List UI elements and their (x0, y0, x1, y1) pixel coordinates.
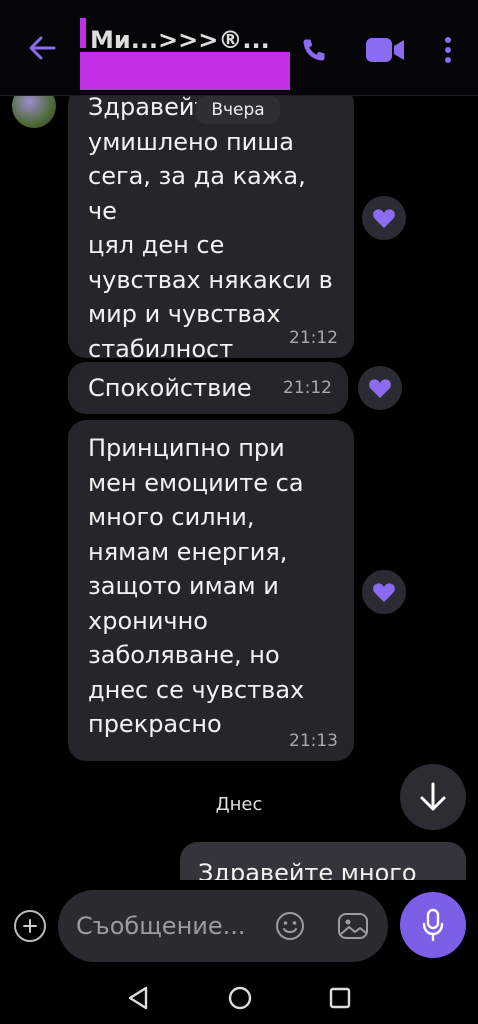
microphone-icon (422, 908, 444, 942)
heart-icon[interactable] (358, 366, 402, 410)
microphone-button[interactable] (400, 892, 466, 958)
message-input[interactable]: Съобщение... (58, 890, 388, 962)
message-time: 21:12 (289, 328, 338, 348)
date-chip-yesterday: Вчера (196, 96, 280, 124)
contact-name[interactable]: Ми...>>>®... (90, 26, 270, 54)
scroll-down-button[interactable] (400, 764, 466, 830)
plus-icon[interactable] (14, 910, 46, 942)
message-input-placeholder: Съобщение... (76, 912, 246, 940)
redaction-mark (80, 52, 290, 90)
nav-recents-icon[interactable] (326, 984, 354, 1012)
incoming-message[interactable]: Принципно при мен емоциите са много силн… (68, 420, 354, 761)
video-call-icon[interactable] (362, 30, 408, 70)
heart-icon[interactable] (362, 196, 406, 240)
gallery-icon[interactable] (336, 910, 370, 942)
outgoing-message[interactable]: Здравейте много (180, 842, 466, 880)
heart-icon[interactable] (362, 570, 406, 614)
nav-home-icon[interactable] (226, 984, 254, 1012)
contact-avatar[interactable] (12, 96, 56, 128)
incoming-message[interactable]: Здравейте, умишлено пиша сега, за да каж… (68, 96, 354, 363)
chat-header: Ми...>>>®... (0, 0, 478, 96)
message-text: Принципно при мен емоциите са много силн… (88, 434, 305, 738)
redaction-mark (80, 18, 86, 48)
arrow-down-icon (420, 782, 446, 811)
message-text: Здравейте много (198, 859, 417, 880)
back-arrow-icon[interactable] (22, 28, 62, 68)
message-time: 21:12 (283, 378, 332, 398)
nav-back-icon[interactable] (124, 984, 152, 1012)
message-composer: Съобщение... (0, 880, 478, 970)
system-navigation-bar (0, 970, 478, 1024)
phone-icon[interactable] (294, 30, 334, 70)
incoming-message[interactable]: Спокойствие 21:12 (68, 362, 348, 414)
message-text: Здравейте, умишлено пиша сега, за да каж… (88, 96, 333, 363)
message-list[interactable]: Здравейте, умишлено пиша сега, за да каж… (0, 96, 478, 880)
message-time: 21:13 (289, 731, 338, 751)
emoji-icon[interactable] (274, 910, 306, 942)
more-options-icon[interactable] (436, 30, 460, 70)
